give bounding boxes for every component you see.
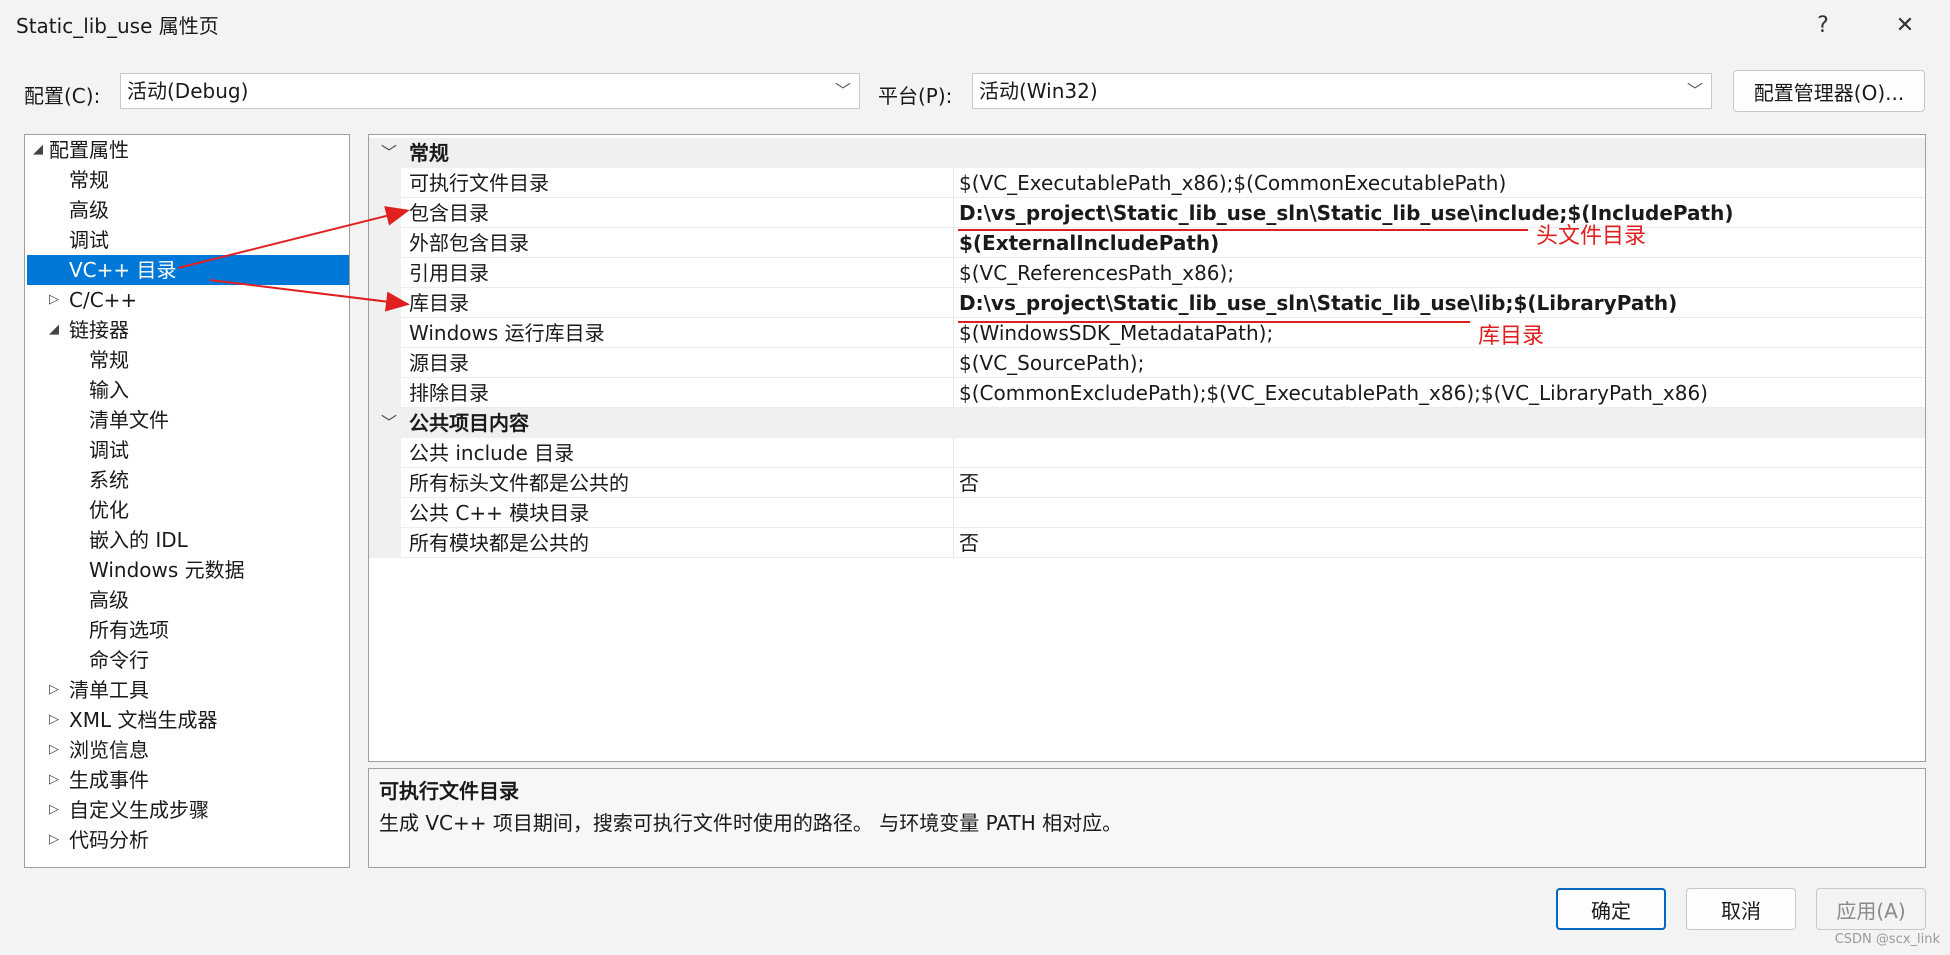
annotation-arrow-lib [209, 279, 410, 312]
annotation-include-note: 头文件目录 [1536, 224, 1647, 249]
annotation-lib-note: 库目录 [1478, 324, 1545, 349]
annotation-overlay [177, 206, 1528, 323]
annotation-arrow-include [177, 206, 410, 269]
watermark: CSDN @scx_link [1834, 932, 1940, 947]
